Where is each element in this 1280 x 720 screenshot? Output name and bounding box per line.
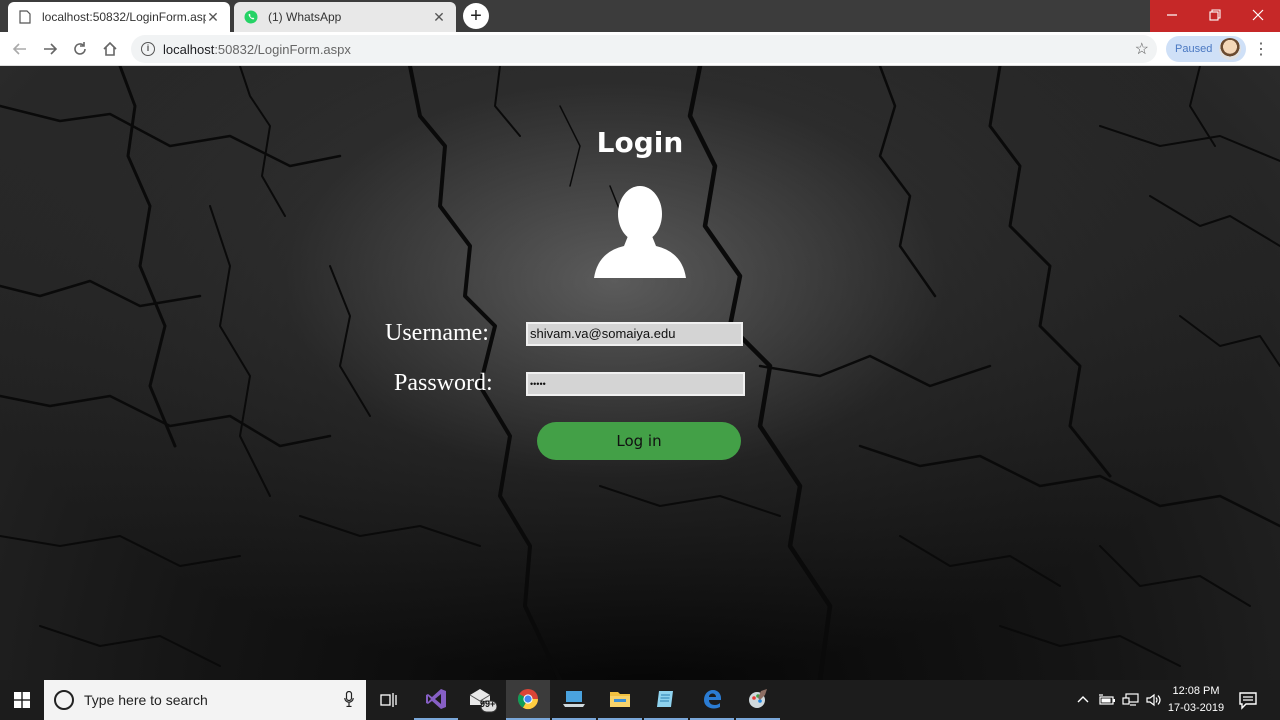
edge-icon [704, 690, 721, 709]
tab-title: localhost:50832/LoginForm.aspx [42, 10, 206, 24]
home-button[interactable] [99, 38, 121, 60]
close-icon[interactable]: ✕ [432, 10, 446, 24]
edge-taskbar-app[interactable] [690, 680, 734, 720]
browser-toolbar: i localhost :50832/LoginForm.aspx ☆ Paus… [0, 32, 1280, 66]
password-label: Password: [394, 370, 493, 396]
user-icon [594, 186, 686, 278]
remote-desktop-taskbar-app[interactable] [552, 680, 596, 720]
tab-strip: localhost:50832/LoginForm.aspx ✕ (1) Wha… [0, 0, 1280, 32]
login-button[interactable]: Log in [537, 422, 741, 460]
url-path: :50832/LoginForm.aspx [214, 41, 351, 57]
username-input[interactable]: shivam.va@somaiya.edu [526, 322, 743, 346]
chrome-taskbar-app[interactable] [506, 680, 550, 720]
action-center-icon[interactable] [1238, 690, 1258, 710]
password-input[interactable]: ••••• [526, 372, 745, 396]
battery-icon[interactable] [1098, 693, 1116, 707]
page-icon [18, 10, 32, 24]
clock-date: 17-03-2019 [1167, 702, 1225, 714]
cortana-icon [54, 690, 74, 710]
minimize-button[interactable] [1150, 0, 1193, 30]
system-tray [1076, 680, 1162, 720]
taskbar-clock[interactable]: 12:08 PM 17-03-2019 [1160, 683, 1232, 717]
laptop-icon [563, 691, 585, 707]
file-explorer-taskbar-app[interactable] [598, 680, 642, 720]
back-button[interactable] [9, 38, 31, 60]
mail-badge: 99+ [480, 699, 496, 709]
more-menu-icon[interactable]: ⋮ [1253, 39, 1269, 59]
task-view-button[interactable] [367, 680, 411, 720]
tab-loginform[interactable]: localhost:50832/LoginForm.aspx ✕ [8, 2, 230, 32]
mail-taskbar-app[interactable]: 99+ [460, 680, 504, 720]
username-label: Username: [385, 320, 489, 346]
paint-icon [749, 689, 767, 708]
notepad-icon [657, 691, 673, 707]
star-icon[interactable]: ☆ [1135, 39, 1149, 59]
taskbar: Type here to search 99+ 12:08 PM 17-03-2… [0, 680, 1280, 720]
close-icon[interactable]: ✕ [206, 10, 220, 24]
task-view-icon [380, 693, 397, 707]
windows-start-button[interactable] [0, 680, 44, 720]
address-bar[interactable]: i localhost :50832/LoginForm.aspx ☆ [131, 35, 1157, 63]
page-title: Login [596, 126, 684, 159]
url-host: localhost [163, 41, 215, 57]
forward-button[interactable] [39, 38, 61, 60]
avatar [1219, 38, 1241, 60]
chrome-icon [517, 689, 539, 710]
profile-button[interactable]: Paused [1166, 36, 1246, 62]
profile-status: Paused [1175, 43, 1213, 55]
visual-studio-icon [426, 689, 446, 709]
whatsapp-icon [244, 10, 258, 24]
new-tab-button[interactable]: + [463, 3, 489, 29]
tab-title: (1) WhatsApp [268, 10, 342, 24]
tab-whatsapp[interactable]: (1) WhatsApp ✕ [234, 2, 456, 32]
search-placeholder: Type here to search [84, 692, 208, 708]
network-icon[interactable] [1122, 693, 1140, 707]
settings-taskbar-app[interactable] [736, 680, 780, 720]
visual-studio-taskbar-app[interactable] [414, 680, 458, 720]
taskbar-search-box[interactable]: Type here to search [44, 680, 366, 720]
folder-icon [610, 692, 630, 707]
chevron-up-icon[interactable] [1076, 693, 1090, 707]
microphone-icon[interactable] [344, 691, 354, 707]
close-window-button[interactable] [1236, 0, 1279, 30]
page-viewport: Login Username: shivam.va@somaiya.edu Pa… [0, 66, 1280, 680]
reload-button[interactable] [69, 38, 91, 60]
notepad-taskbar-app[interactable] [644, 680, 688, 720]
info-icon[interactable]: i [141, 42, 155, 56]
windows-icon [14, 692, 30, 708]
restore-button[interactable] [1193, 0, 1236, 30]
clock-time: 12:08 PM [1172, 685, 1220, 697]
